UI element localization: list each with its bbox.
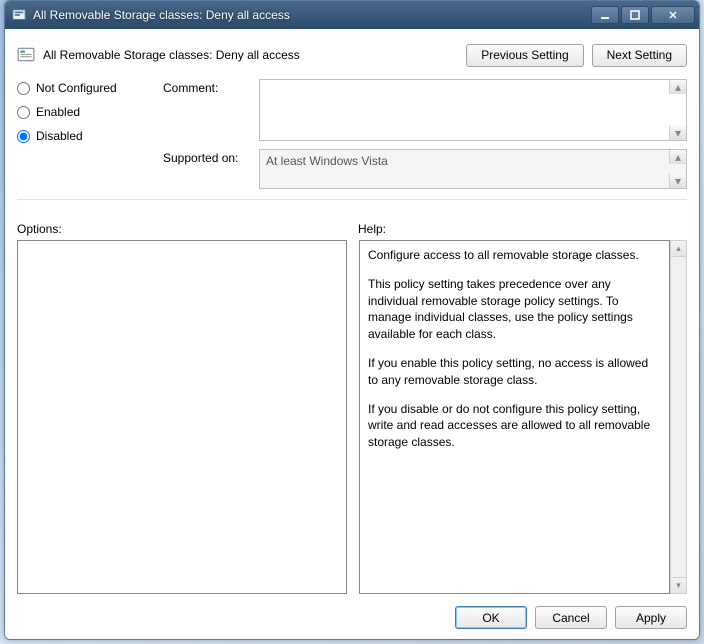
scroll-up-icon[interactable]: ▴	[669, 80, 686, 94]
options-label: Options:	[17, 222, 346, 236]
maximize-button[interactable]	[621, 6, 649, 24]
comment-label: Comment:	[163, 79, 253, 95]
radio-not-configured-input[interactable]	[17, 82, 30, 95]
supported-value: At least Windows Vista	[266, 154, 388, 168]
supported-scrollbar[interactable]: ▴ ▾	[669, 150, 686, 188]
scroll-up-icon[interactable]: ▴	[670, 240, 687, 257]
apply-button[interactable]: Apply	[615, 606, 687, 629]
scrollbar-track[interactable]	[670, 257, 687, 577]
radio-not-configured-label: Not Configured	[36, 81, 117, 95]
policy-editor-window: All Removable Storage classes: Deny all …	[4, 0, 700, 640]
window-controls	[591, 6, 695, 24]
help-paragraph: This policy setting takes precedence ove…	[368, 276, 661, 343]
help-paragraph: If you enable this policy setting, no ac…	[368, 355, 661, 389]
supported-label: Supported on:	[163, 149, 253, 165]
policy-icon	[11, 7, 27, 23]
help-panel: Configure access to all removable storag…	[359, 240, 670, 594]
help-wrapper: Configure access to all removable storag…	[359, 240, 687, 594]
config-row: Not Configured Enabled Disabled Comment:…	[17, 79, 687, 189]
comment-textarea[interactable]: ▴ ▾	[259, 79, 687, 141]
window-title: All Removable Storage classes: Deny all …	[33, 8, 591, 22]
radio-not-configured[interactable]: Not Configured	[17, 81, 147, 95]
help-paragraph: If you disable or do not configure this …	[368, 401, 661, 451]
footer-row: OK Cancel Apply	[17, 594, 687, 629]
scroll-down-icon[interactable]: ▾	[669, 174, 686, 188]
cancel-button[interactable]: Cancel	[535, 606, 607, 629]
radio-enabled[interactable]: Enabled	[17, 105, 147, 119]
comment-scrollbar[interactable]: ▴ ▾	[669, 80, 686, 140]
next-setting-button[interactable]: Next Setting	[592, 44, 687, 67]
ok-button[interactable]: OK	[455, 606, 527, 629]
radio-disabled[interactable]: Disabled	[17, 129, 147, 143]
scroll-up-icon[interactable]: ▴	[669, 150, 686, 164]
policy-item-icon	[17, 46, 35, 64]
page-title: All Removable Storage classes: Deny all …	[43, 48, 458, 62]
radio-disabled-input[interactable]	[17, 130, 30, 143]
panels-header: Options: Help:	[17, 222, 687, 236]
titlebar[interactable]: All Removable Storage classes: Deny all …	[5, 1, 699, 29]
help-paragraph: Configure access to all removable storag…	[368, 247, 661, 264]
help-label: Help:	[358, 222, 687, 236]
supported-on-box: At least Windows Vista ▴ ▾	[259, 149, 687, 189]
client-area: All Removable Storage classes: Deny all …	[5, 29, 699, 639]
radio-enabled-input[interactable]	[17, 106, 30, 119]
minimize-button[interactable]	[591, 6, 619, 24]
scroll-down-icon[interactable]: ▾	[670, 577, 687, 594]
radio-enabled-label: Enabled	[36, 105, 80, 119]
scroll-down-icon[interactable]: ▾	[669, 126, 686, 140]
fields-column: Comment: ▴ ▾ Supported on: At least Wind…	[163, 79, 687, 189]
header-row: All Removable Storage classes: Deny all …	[17, 39, 687, 71]
radio-disabled-label: Disabled	[36, 129, 83, 143]
state-radio-group: Not Configured Enabled Disabled	[17, 79, 147, 189]
previous-setting-button[interactable]: Previous Setting	[466, 44, 583, 67]
panels-row: Configure access to all removable storag…	[17, 240, 687, 594]
close-button[interactable]	[651, 6, 695, 24]
help-scrollbar[interactable]: ▴ ▾	[670, 240, 687, 594]
divider	[17, 199, 687, 200]
options-panel	[17, 240, 347, 594]
